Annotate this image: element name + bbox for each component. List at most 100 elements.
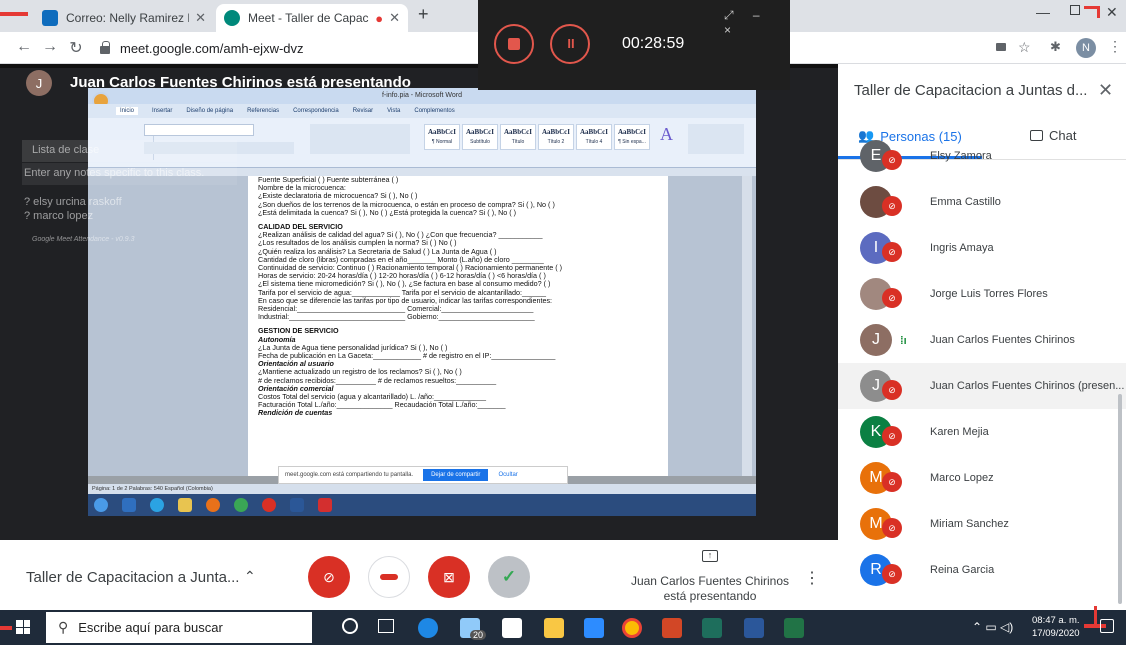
mic-off-icon: ⊘ xyxy=(323,568,335,585)
red-marker xyxy=(1097,6,1100,18)
doc-line: Industrial:_____________________________… xyxy=(258,312,535,322)
panel-scrollbar[interactable] xyxy=(1118,394,1122,604)
participant-row[interactable]: M ⊘ Miriam Sanchez xyxy=(838,501,1126,547)
screen-recorder: II 00:28:59 ⤢ – × xyxy=(478,0,790,90)
mic-off-icon: ⊘ xyxy=(882,288,902,308)
windows-taskbar: ⚲ Escribe aquí para buscar 20 ⌃ ▭ ◁) 08:… xyxy=(0,606,1126,645)
style-title: AaBbCcI Título xyxy=(500,124,536,150)
task-view-icon[interactable] xyxy=(378,619,394,633)
recorder-window-controls[interactable]: ⤢ – × xyxy=(724,8,790,37)
pause-recording-button[interactable]: II xyxy=(550,24,590,64)
participant-name: Elsy Zamora xyxy=(930,150,992,162)
edge-icon[interactable] xyxy=(418,618,438,638)
tab-meet[interactable]: Meet - Taller de Capacitacion ● ✕ xyxy=(216,4,408,32)
ribbon-tab: Revisar xyxy=(352,108,374,114)
participant-row[interactable]: I ⊘ Ingris Amaya xyxy=(838,225,1126,271)
close-tab-icon[interactable]: ✕ xyxy=(195,10,206,26)
firefox-icon xyxy=(206,498,220,512)
attendance-overlay: Lista de clase Enter any notes specific … xyxy=(22,140,237,260)
mic-off-icon: ⊘ xyxy=(882,150,902,170)
mic-off-icon: ⊘ xyxy=(882,380,902,400)
taskbar-clock[interactable]: 08:47 a. m. 17/09/2020 xyxy=(1032,614,1080,640)
clock-time: 08:47 a. m. xyxy=(1032,615,1080,626)
more-options-icon[interactable]: ⋮ xyxy=(804,568,820,588)
hang-up-icon xyxy=(380,574,398,580)
attendance-button[interactable]: ✓ xyxy=(488,556,530,598)
pause-icon: II xyxy=(567,36,575,51)
system-tray[interactable]: ⌃ ▭ ◁) xyxy=(972,620,1013,634)
extensions-icon[interactable]: ✱ xyxy=(1050,39,1061,55)
file-explorer-icon[interactable] xyxy=(544,618,564,638)
change-styles-icon: A xyxy=(660,124,673,144)
new-tab-button[interactable]: + xyxy=(418,4,429,25)
present-screen-icon[interactable]: ↑ xyxy=(702,550,718,562)
tab-correo[interactable]: Correo: Nelly Ramirez Lagos - Ou ✕ xyxy=(34,4,214,32)
recording-dot-icon: ● xyxy=(375,10,384,26)
participant-row[interactable]: J ⁞ı Juan Carlos Fuentes Chirinos xyxy=(838,317,1126,363)
mic-off-button[interactable]: ⊘ xyxy=(308,556,350,598)
word-icon[interactable] xyxy=(744,618,764,638)
check-icon: ✓ xyxy=(501,567,517,586)
attendance-footer: Google Meet Attendance - v0.9.3 xyxy=(32,236,135,243)
participant-name: Karen Mejia xyxy=(930,426,989,438)
zoom-icon[interactable] xyxy=(584,618,604,638)
camera-icon[interactable] xyxy=(996,43,1006,51)
powerpoint-icon[interactable] xyxy=(662,618,682,638)
taskbar-search[interactable]: ⚲ Escribe aquí para buscar xyxy=(46,612,312,643)
profile-avatar[interactable]: N xyxy=(1076,38,1096,58)
cortana-icon[interactable] xyxy=(342,618,358,634)
camera-off-button[interactable]: ⊠ xyxy=(428,556,470,598)
stop-recording-button[interactable] xyxy=(494,24,534,64)
participant-row[interactable]: ⊘ Jorge Luis Torres Flores xyxy=(838,271,1126,317)
leave-call-button[interactable] xyxy=(368,556,410,598)
star-icon[interactable]: ☆ xyxy=(1018,39,1031,56)
style-normal: AaBbCcI ¶ Normal xyxy=(424,124,460,150)
style-name: Subtítulo xyxy=(470,139,490,145)
meet-icon xyxy=(224,10,240,26)
style-subtitle: AaBbCcI Subtítulo xyxy=(462,124,498,150)
stop-sharing-button[interactable]: Dejar de compartir xyxy=(423,469,489,481)
menu-icon[interactable]: ⋮ xyxy=(1108,38,1122,55)
style-name: ¶ Sin espa... xyxy=(618,139,646,145)
participant-name: Jorge Luis Torres Flores xyxy=(930,288,1048,300)
close-window-button[interactable]: ✕ xyxy=(1106,4,1118,21)
word-window-title: f-info.pia - Microsoft Word xyxy=(88,88,756,104)
participant-name: Juan Carlos Fuentes Chirinos (presen... xyxy=(930,380,1125,392)
paragraph-tools xyxy=(310,124,410,154)
restore-button[interactable] xyxy=(1070,5,1080,15)
chevron-up-icon[interactable]: ⌃ xyxy=(244,568,256,585)
participant-row[interactable]: E ⊘ Elsy Zamora xyxy=(838,133,1126,179)
participant-row[interactable]: ⊘ Emma Castillo xyxy=(838,179,1126,225)
mic-off-icon: ⊘ xyxy=(882,472,902,492)
excel-icon[interactable] xyxy=(784,618,804,638)
reload-icon[interactable]: ↻ xyxy=(66,38,86,58)
style-name: Título 4 xyxy=(585,139,603,145)
meeting-title[interactable]: Taller de Capacitacion a Junta... xyxy=(26,569,239,586)
participant-row[interactable]: R ⊘ Reina Garcia xyxy=(838,547,1126,593)
minimize-button[interactable]: — xyxy=(1036,4,1050,20)
chrome-icon[interactable] xyxy=(622,618,642,638)
ribbon-tab: Complementos xyxy=(414,108,455,114)
back-icon[interactable]: ← xyxy=(14,38,34,56)
hide-button[interactable]: Ocultar xyxy=(498,472,517,478)
notes-input[interactable]: Enter any notes specific to this class. xyxy=(24,167,204,179)
sharing-notice: meet.google.com está compartiendo tu pan… xyxy=(278,466,568,484)
participant-row[interactable]: M ⊘ Marco Lopez xyxy=(838,455,1126,501)
chrome-icon xyxy=(262,498,276,512)
red-marker xyxy=(0,626,12,630)
notifications-icon[interactable] xyxy=(1100,619,1114,633)
font-box xyxy=(144,124,254,136)
mic-off-icon: ⊘ xyxy=(882,426,902,446)
windows-start-icon[interactable] xyxy=(16,620,30,634)
word-icon xyxy=(290,498,304,512)
class-list-label: Lista de clase xyxy=(32,144,100,156)
forward-icon[interactable]: → xyxy=(40,38,60,56)
close-tab-icon[interactable]: ✕ xyxy=(389,10,400,26)
close-icon[interactable]: ✕ xyxy=(1098,80,1113,101)
participant-row[interactable]: J ⊘ Juan Carlos Fuentes Chirinos (presen..… xyxy=(838,363,1126,409)
word-status-bar: Página: 1 de 2 Palabras: 540 Español (Co… xyxy=(88,484,756,494)
avatar: J xyxy=(860,324,892,356)
participant-row[interactable]: K ⊘ Karen Mejia xyxy=(838,409,1126,455)
store-icon[interactable] xyxy=(502,618,522,638)
terminal-icon[interactable] xyxy=(702,618,722,638)
